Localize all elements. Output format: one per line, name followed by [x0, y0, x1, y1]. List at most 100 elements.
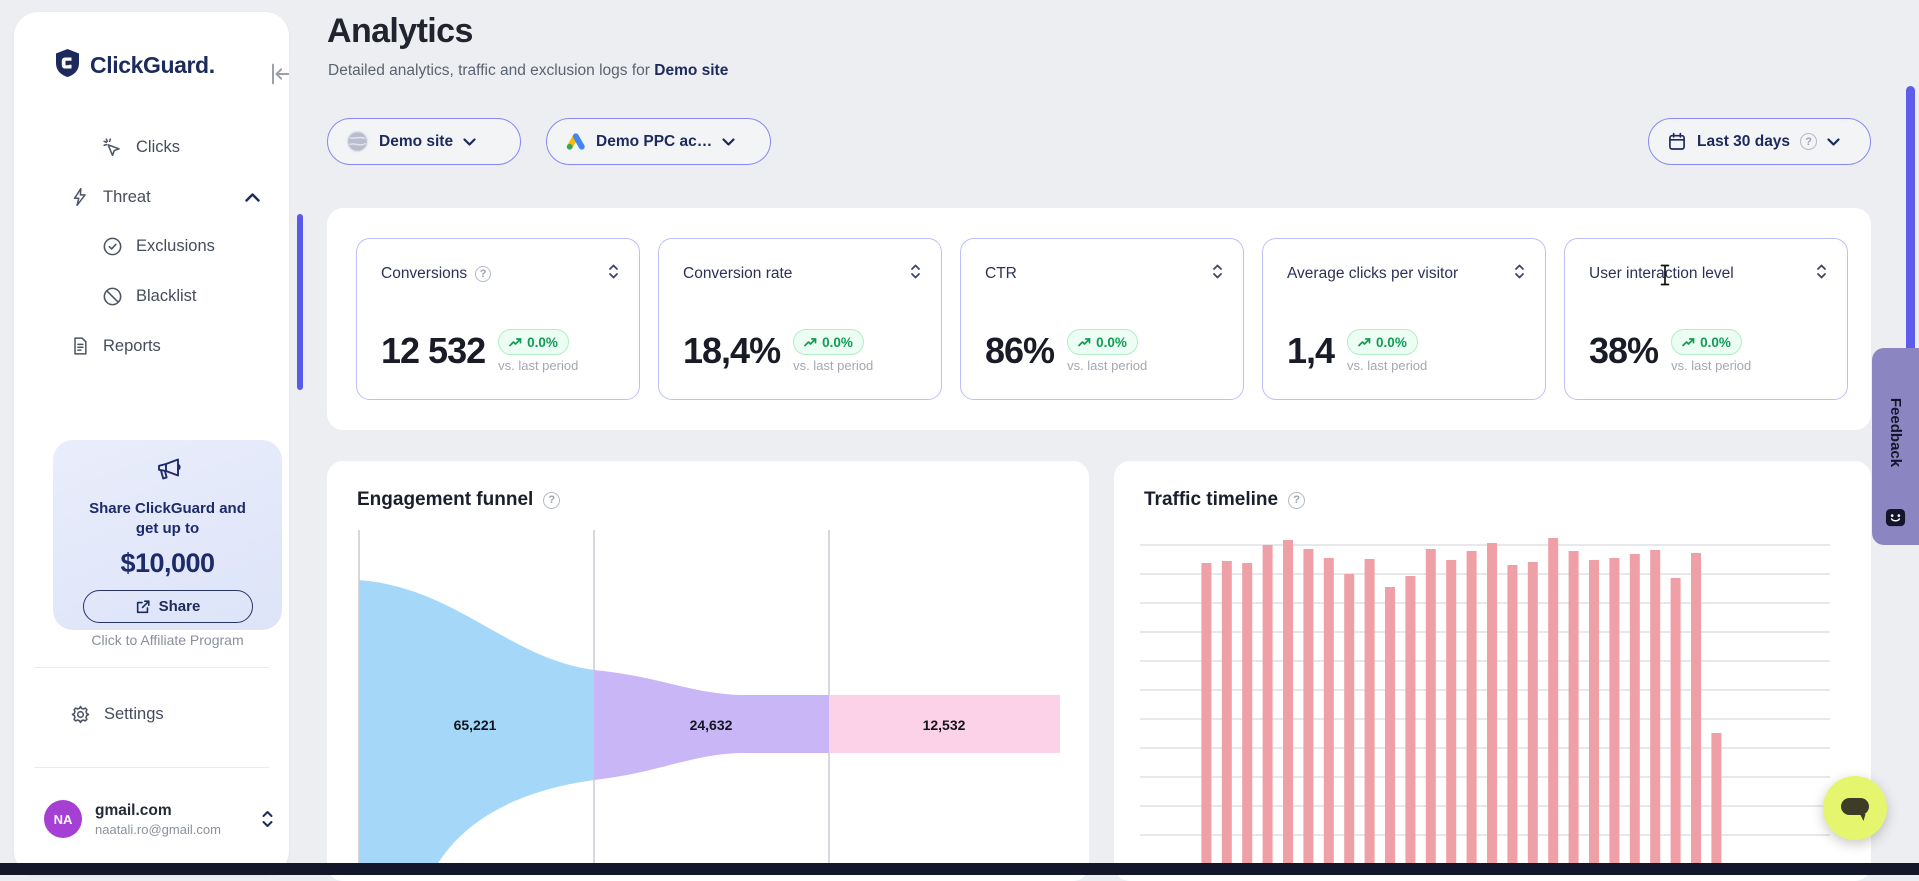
promo-caption: Click to Affiliate Program — [53, 632, 282, 648]
traffic-bar — [1263, 545, 1273, 875]
kpi-delta-badge: 0.0% — [1067, 329, 1138, 355]
kpi-caption: vs. last period — [498, 358, 578, 373]
feedback-tab[interactable]: Feedback — [1872, 348, 1919, 545]
help-icon[interactable]: ? — [475, 266, 491, 282]
traffic-bar — [1671, 578, 1681, 875]
active-section-indicator — [297, 214, 303, 390]
trend-up-icon — [1358, 337, 1371, 348]
chat-widget-button[interactable] — [1823, 776, 1887, 840]
traffic-bar — [1426, 549, 1436, 875]
kpi-value: 12 532 — [381, 330, 485, 372]
chevron-down-icon — [463, 138, 476, 146]
traffic-bar — [1303, 549, 1313, 875]
traffic-bar — [1548, 538, 1558, 875]
check-badge-icon — [102, 236, 123, 257]
traffic-bar — [1711, 733, 1721, 875]
sidebar-item-label: Exclusions — [136, 237, 215, 256]
site-selector-dropdown[interactable]: Demo site — [327, 118, 521, 165]
engagement-funnel-chart: 65,221 24,632 12,532 — [327, 530, 1089, 875]
divider — [34, 767, 269, 768]
traffic-bar — [1446, 560, 1456, 875]
kpi-card-user-interaction: User interaction level 38% 0.0% vs. last… — [1564, 238, 1848, 400]
kpi-card-avg-clicks: Average clicks per visitor 1,4 0.0% vs. … — [1262, 238, 1546, 400]
blocked-circle-icon — [102, 286, 123, 307]
select-chevrons-icon — [261, 809, 274, 829]
chevron-down-icon — [1827, 138, 1840, 146]
kpi-title: CTR — [985, 265, 1017, 283]
page-title: Analytics — [327, 12, 473, 51]
traffic-bar — [1507, 565, 1517, 875]
kpi-card-conversions: Conversions ? 12 532 0.0% vs. last perio… — [356, 238, 640, 400]
traffic-bar — [1324, 558, 1334, 875]
settings-label: Settings — [104, 705, 164, 724]
kpi-delta-badge: 0.0% — [1347, 329, 1418, 355]
kpi-title: Conversion rate — [683, 265, 792, 283]
traffic-bars — [1181, 538, 1721, 875]
kpi-caption: vs. last period — [1671, 358, 1751, 373]
help-icon[interactable]: ? — [543, 492, 560, 509]
kpi-delta-badge: 0.0% — [793, 329, 864, 355]
sort-metric-icon[interactable] — [910, 263, 921, 285]
funnel-chart-title: Engagement funnel — [357, 489, 533, 511]
feedback-tab-label: Feedback — [1887, 398, 1904, 467]
chevron-up-icon[interactable] — [245, 193, 260, 202]
affiliate-promo-card[interactable]: Share ClickGuard and get up to $10,000 S… — [53, 440, 282, 630]
megaphone-icon — [53, 440, 282, 491]
sidebar-item-clicks[interactable]: Clicks — [102, 127, 180, 167]
funnel-stage-2-value: 24,632 — [690, 717, 733, 733]
sidebar-item-reports[interactable]: Reports — [70, 326, 161, 366]
divider — [34, 667, 269, 668]
gear-icon — [70, 704, 91, 725]
traffic-bar — [1630, 554, 1640, 875]
sidebar-item-exclusions[interactable]: Exclusions — [102, 226, 215, 266]
sidebar-item-settings[interactable]: Settings — [70, 694, 164, 734]
kpi-caption: vs. last period — [793, 358, 873, 373]
kpi-caption: vs. last period — [1347, 358, 1427, 373]
sort-metric-icon[interactable] — [1212, 263, 1223, 285]
sidebar-item-threat[interactable]: Threat — [70, 177, 270, 217]
sidebar-item-label: Threat — [103, 188, 151, 207]
kpi-card-ctr: CTR 86% 0.0% vs. last period — [960, 238, 1244, 400]
promo-text-line2: get up to — [53, 519, 282, 539]
site-selector-label: Demo site — [379, 133, 453, 151]
sort-metric-icon[interactable] — [608, 263, 619, 285]
traffic-bar — [1487, 543, 1497, 875]
trend-up-icon — [1682, 337, 1695, 348]
help-icon[interactable]: ? — [1288, 492, 1305, 509]
date-range-label: Last 30 days — [1697, 133, 1790, 151]
kpi-value: 1,4 — [1287, 330, 1334, 372]
brand-logo[interactable]: ClickGuard. — [54, 48, 215, 83]
traffic-bar — [1283, 540, 1293, 875]
traffic-bar — [1650, 550, 1660, 875]
trend-up-icon — [804, 337, 817, 348]
lightning-icon — [70, 186, 90, 208]
traffic-bar — [1589, 560, 1599, 875]
sidebar-item-label: Clicks — [136, 138, 180, 157]
globe-icon — [346, 130, 369, 153]
kpi-title: Average clicks per visitor — [1287, 265, 1458, 283]
traffic-bar — [1344, 574, 1354, 875]
help-icon[interactable]: ? — [1800, 133, 1817, 150]
sort-metric-icon[interactable] — [1816, 263, 1827, 285]
brand-name: ClickGuard. — [90, 52, 215, 79]
funnel-stage-3-value: 12,532 — [923, 717, 966, 733]
kpi-value: 86% — [985, 330, 1054, 372]
traffic-bar — [1201, 563, 1211, 875]
traffic-bar — [1222, 561, 1232, 875]
sidebar-item-blacklist[interactable]: Blacklist — [102, 276, 197, 316]
ppc-account-dropdown[interactable]: Demo PPC ac… — [546, 118, 771, 165]
account-switcher[interactable]: NA gmail.com naatali.ro@gmail.com — [44, 800, 274, 838]
traffic-bar — [1385, 587, 1395, 875]
bottom-screen-bar — [0, 863, 1919, 875]
chat-bubble-icon — [1838, 792, 1872, 824]
date-range-dropdown[interactable]: Last 30 days ? — [1648, 118, 1871, 165]
kpi-value: 38% — [1589, 330, 1658, 372]
sidebar-item-label: Reports — [103, 337, 161, 356]
promo-amount: $10,000 — [53, 548, 282, 579]
kpi-delta-badge: 0.0% — [498, 329, 569, 355]
trend-up-icon — [509, 337, 522, 348]
chevron-down-icon — [722, 138, 735, 146]
sort-metric-icon[interactable] — [1514, 263, 1525, 285]
share-button[interactable]: Share — [83, 590, 253, 623]
sidebar-collapse-button[interactable] — [266, 60, 294, 88]
